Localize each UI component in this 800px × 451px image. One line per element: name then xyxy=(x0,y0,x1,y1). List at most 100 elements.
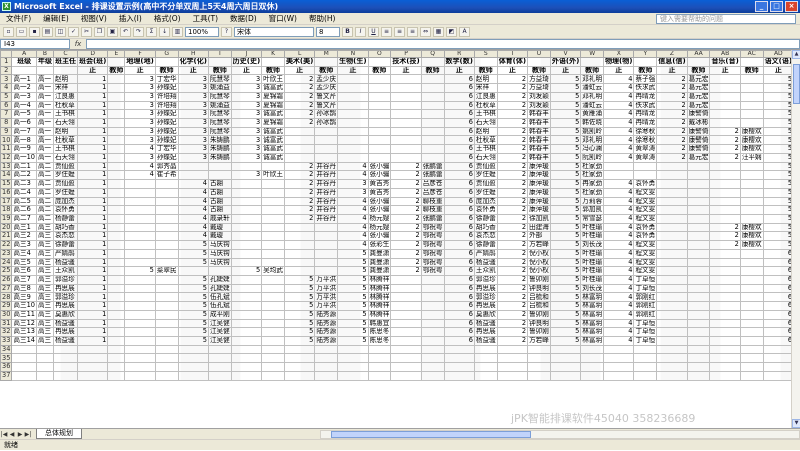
cell[interactable]: 高一 xyxy=(35,135,54,146)
cell[interactable] xyxy=(686,362,711,372)
cell[interactable]: 5 xyxy=(549,274,582,285)
cell[interactable] xyxy=(314,144,339,154)
cell[interactable]: 1 xyxy=(76,205,109,215)
cell[interactable]: 1 xyxy=(76,126,109,137)
column-header[interactable]: Y xyxy=(633,50,658,58)
cell[interactable]: 2 xyxy=(496,266,529,276)
cell[interactable]: 2 xyxy=(390,179,422,189)
cell[interactable]: 音乐(音) xyxy=(709,57,741,67)
cell[interactable]: 许培翔 xyxy=(154,100,179,111)
cell[interactable] xyxy=(314,240,339,250)
cell[interactable]: 菜翠民 xyxy=(154,266,179,276)
cell[interactable]: 5 xyxy=(549,327,582,337)
cell[interactable] xyxy=(124,240,156,250)
cell[interactable]: 6 xyxy=(443,170,475,181)
cell[interactable] xyxy=(367,144,392,154)
cell[interactable] xyxy=(709,248,741,259)
cell[interactable]: 5 xyxy=(549,283,582,294)
cell[interactable] xyxy=(107,309,126,320)
cell[interactable] xyxy=(709,370,741,381)
cell[interactable]: 江良惠 xyxy=(473,91,498,102)
cell[interactable]: 林富玥 xyxy=(580,292,605,303)
cell[interactable]: 阮慧琴 xyxy=(207,118,232,128)
cell[interactable] xyxy=(580,353,605,364)
cell[interactable] xyxy=(473,353,498,364)
cell[interactable]: 4 xyxy=(603,74,635,85)
cell[interactable]: 汪平娴 xyxy=(739,152,764,163)
cell[interactable]: 5 xyxy=(283,274,316,285)
cell[interactable]: 万平洪 xyxy=(314,283,339,294)
cell[interactable] xyxy=(656,187,688,198)
cell[interactable] xyxy=(107,126,126,137)
cell[interactable]: 2 xyxy=(496,205,529,215)
row-header[interactable]: 12 xyxy=(0,152,13,163)
cell[interactable]: 历史(史) xyxy=(230,57,263,67)
cell[interactable]: 康萍瑗 xyxy=(527,187,551,198)
cell[interactable] xyxy=(709,100,741,111)
cell[interactable] xyxy=(473,362,498,372)
cell[interactable] xyxy=(656,240,688,250)
cell[interactable] xyxy=(656,257,688,268)
cell[interactable] xyxy=(207,344,232,355)
cell[interactable] xyxy=(739,353,764,364)
cell[interactable] xyxy=(603,344,635,355)
column-header[interactable]: AD xyxy=(762,50,791,58)
cell[interactable]: 林腾祥 xyxy=(367,274,392,285)
cell[interactable]: 1 xyxy=(76,161,109,172)
cell[interactable] xyxy=(314,222,339,233)
cell[interactable]: 3 xyxy=(337,187,369,198)
cell[interactable] xyxy=(124,327,156,337)
cell[interactable]: 潘虹云 xyxy=(580,83,605,93)
row-header[interactable]: 15 xyxy=(0,179,13,189)
cell[interactable] xyxy=(154,248,179,259)
cell[interactable]: 杨元嫂 xyxy=(367,213,392,224)
cell[interactable]: 高三11 xyxy=(11,309,37,320)
cell[interactable] xyxy=(420,118,445,128)
cell[interactable]: 教师 xyxy=(527,65,551,76)
cell[interactable]: 5 xyxy=(549,100,582,111)
row-header[interactable]: 26 xyxy=(0,274,13,285)
cell[interactable]: 2 xyxy=(283,196,316,207)
cell[interactable] xyxy=(390,83,422,93)
cell[interactable]: 龚曼潇 xyxy=(367,266,392,276)
cell[interactable]: 2 xyxy=(390,161,422,172)
cell[interactable]: 赵明 xyxy=(52,74,78,85)
cell[interactable] xyxy=(154,292,179,303)
cell[interactable] xyxy=(686,161,711,172)
cell[interactable] xyxy=(656,205,688,215)
cell[interactable]: 高三14 xyxy=(11,336,37,346)
cell[interactable] xyxy=(686,301,711,311)
cell[interactable] xyxy=(337,109,369,120)
cell[interactable]: 高一6 xyxy=(11,118,37,128)
cell[interactable]: 6 xyxy=(762,309,791,320)
cell[interactable]: 5 xyxy=(549,318,582,329)
cell[interactable] xyxy=(527,57,551,67)
cell[interactable]: 井谷丹 xyxy=(314,179,339,189)
cell[interactable] xyxy=(283,135,316,146)
cell[interactable]: 高三5 xyxy=(11,257,37,268)
cell[interactable]: 5 xyxy=(549,266,582,276)
cell[interactable]: 方若峰 xyxy=(527,240,551,250)
cell[interactable]: 3 xyxy=(124,74,156,85)
cell[interactable]: 3 xyxy=(177,100,209,111)
cell[interactable] xyxy=(107,144,126,154)
cell[interactable]: 正 xyxy=(390,65,422,76)
cell[interactable] xyxy=(154,205,179,215)
cell[interactable]: 韩春丰 xyxy=(527,118,551,128)
cell[interactable]: 刘发颖 xyxy=(527,91,551,102)
cell[interactable]: 1 xyxy=(76,179,109,189)
cell[interactable] xyxy=(420,100,445,111)
cell[interactable] xyxy=(261,283,285,294)
column-header[interactable]: P xyxy=(390,50,422,58)
cell[interactable]: 葛元宏 xyxy=(686,74,711,85)
font-color-icon[interactable]: A xyxy=(459,26,470,37)
cell[interactable] xyxy=(154,362,179,372)
row-header[interactable]: 36 xyxy=(0,362,13,372)
cell[interactable]: 古翾 xyxy=(207,187,232,198)
cell[interactable]: 2 xyxy=(709,144,741,154)
cell[interactable]: 4 xyxy=(337,222,369,233)
cell[interactable]: 高三 xyxy=(35,318,54,329)
cell[interactable] xyxy=(154,231,179,242)
cell[interactable]: 5 xyxy=(762,83,791,93)
cell[interactable]: 古翾 xyxy=(207,196,232,207)
